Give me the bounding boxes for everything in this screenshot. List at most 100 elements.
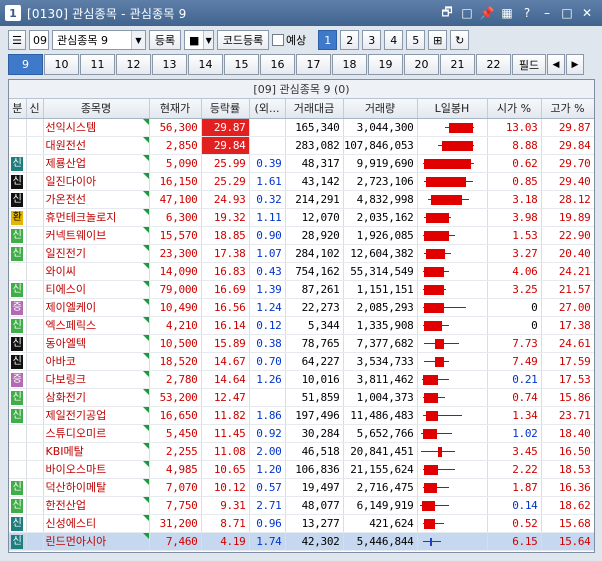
stock-name[interactable]: 바이오스마트: [43, 460, 150, 479]
stock-name[interactable]: 일진다이아: [43, 172, 150, 191]
table-row[interactable]: 스튜디오미르 5,450 11.45 0.92 30,284 5,652,766 1.02 1…: [9, 424, 594, 443]
stock-name[interactable]: 린드먼아시아: [43, 532, 150, 551]
help-icon[interactable]: ?: [518, 4, 536, 22]
stock-name[interactable]: 한전산업: [43, 496, 150, 515]
tab-17[interactable]: 17: [296, 54, 331, 75]
tab-10[interactable]: 10: [44, 54, 79, 75]
table-row[interactable]: 증 다보링크 2,780 14.64 1.26 10,016 3,811,462 0.21 17…: [9, 370, 594, 389]
maximize-icon[interactable]: □: [558, 4, 576, 22]
table-row[interactable]: 신 덕산하이메탈 7,070 10.12 0.57 19,497 2,716,475 1.87…: [9, 478, 594, 497]
chevron-down-icon[interactable]: ▼: [203, 31, 213, 49]
stock-name[interactable]: KBI메탈: [43, 442, 150, 461]
column-header[interactable]: 분: [9, 99, 27, 119]
table-row[interactable]: 환 휴먼테크놀로지 6,300 19.32 1.11 12,070 2,035,162 3.9…: [9, 208, 594, 227]
color-select[interactable]: ■ ▼: [184, 30, 214, 50]
screen-icon[interactable]: □: [458, 4, 476, 22]
column-header[interactable]: 등락률: [201, 99, 250, 119]
tab-14[interactable]: 14: [188, 54, 223, 75]
stock-name[interactable]: 엑스페릭스: [43, 316, 150, 335]
stock-name[interactable]: 아바코: [43, 352, 150, 371]
page-button-3[interactable]: 3: [362, 30, 382, 50]
column-header[interactable]: 시가 %: [487, 99, 542, 119]
tab-12[interactable]: 12: [116, 54, 151, 75]
chevron-down-icon[interactable]: ▼: [131, 31, 145, 49]
stock-name[interactable]: 제일전기공업: [43, 406, 150, 425]
group-number-input[interactable]: 09: [29, 30, 49, 50]
table-row[interactable]: 신 엑스페릭스 4,210 16.14 0.12 5,344 1,335,908 0 17.38: [9, 316, 594, 335]
stock-name[interactable]: 티에스이: [43, 280, 150, 299]
table-row[interactable]: 신 티에스이 79,000 16.69 1.39 87,261 1,151,151 3.25 2…: [9, 280, 594, 299]
stock-name[interactable]: 커넥트웨이브: [43, 226, 150, 245]
tab-21[interactable]: 21: [440, 54, 475, 75]
stock-name[interactable]: 동아엘텍: [43, 334, 150, 353]
table-row[interactable]: 신 일진다이아 16,150 25.29 1.61 43,142 2,723,106 0.85…: [9, 172, 594, 191]
column-header[interactable]: (외...: [249, 99, 286, 119]
group-list-button[interactable]: ☰: [8, 30, 26, 50]
table-row[interactable]: 신 가온전선 47,100 24.93 0.32 214,291 4,832,998 3.18…: [9, 190, 594, 209]
register-button[interactable]: 등록: [149, 30, 181, 50]
tab-11[interactable]: 11: [80, 54, 115, 75]
tab-15[interactable]: 15: [224, 54, 259, 75]
column-header[interactable]: 종목명: [43, 99, 150, 119]
table-row[interactable]: 신 커넥트웨이브 15,570 18.85 0.90 28,920 1,926,085 1.5…: [9, 226, 594, 245]
table-row[interactable]: 신 삼화전기 53,200 12.47 51,859 1,004,373 0.74 15.86: [9, 388, 594, 407]
stock-name[interactable]: 삼화전기: [43, 388, 150, 407]
group-select[interactable]: 관심종목 9 ▼: [52, 30, 146, 50]
tab-16[interactable]: 16: [260, 54, 295, 75]
stock-name[interactable]: 선익시스템: [43, 118, 150, 137]
page-button-1[interactable]: 1: [318, 30, 338, 50]
column-header[interactable]: 거래량: [343, 99, 418, 119]
tab-9[interactable]: 9: [8, 54, 43, 75]
tab-20[interactable]: 20: [404, 54, 439, 75]
minimize-icon[interactable]: –: [538, 4, 556, 22]
column-header[interactable]: 신: [26, 99, 44, 119]
table-row[interactable]: 선익시스템 56,300 29.87 165,340 3,044,300 13.03 29.…: [9, 118, 594, 137]
refresh-icon[interactable]: ↻: [450, 30, 470, 50]
chevron-left-icon[interactable]: ◀: [547, 54, 565, 75]
table-row[interactable]: 신 제일전기공업 16,650 11.82 1.86 197,496 11,486,483 1…: [9, 406, 594, 425]
stock-name[interactable]: 다보링크: [43, 370, 150, 389]
stock-name[interactable]: 와이씨: [43, 262, 150, 281]
tab-22[interactable]: 22: [476, 54, 511, 75]
restore-icon[interactable]: 🗗: [438, 4, 456, 22]
table-row[interactable]: 바이오스마트 4,985 10.65 1.20 106,836 21,155,624 2.2…: [9, 460, 594, 479]
table-row[interactable]: 와이씨 14,090 16.83 0.43 754,162 55,314,549 4.06 2…: [9, 262, 594, 281]
tab-13[interactable]: 13: [152, 54, 187, 75]
grid-icon[interactable]: ▦: [498, 4, 516, 22]
table-row[interactable]: 신 일진전기 23,300 17.38 1.07 284,102 12,604,382 3.2…: [9, 244, 594, 263]
table-row[interactable]: 신 린드먼아시아 7,460 4.19 1.74 42,302 5,446,844 6.15 1…: [9, 532, 594, 551]
chevron-right-icon[interactable]: ▶: [566, 54, 584, 75]
column-header[interactable]: L일봉H: [417, 99, 488, 119]
stock-name[interactable]: 제룡산업: [43, 154, 150, 173]
page-button-4[interactable]: 4: [384, 30, 404, 50]
stock-name[interactable]: 대원전선: [43, 136, 150, 155]
tab-19[interactable]: 19: [368, 54, 403, 75]
table-row[interactable]: 신 한전산업 7,750 9.31 2.71 48,077 6,149,919 0.14 18.…: [9, 496, 594, 515]
column-header[interactable]: 고가 %: [541, 99, 594, 119]
table-row[interactable]: 대원전선 2,850 29.84 283,082 107,846,053 8.88 29.8…: [9, 136, 594, 155]
pin-icon[interactable]: 📌: [478, 4, 496, 22]
stock-name[interactable]: 휴먼테크놀로지: [43, 208, 150, 227]
column-header[interactable]: 현재가: [149, 99, 202, 119]
table-row[interactable]: 신 제룡산업 5,090 25.99 0.39 48,317 9,919,690 0.62 29…: [9, 154, 594, 173]
checkbox-box[interactable]: [272, 34, 284, 46]
stock-name[interactable]: 덕산하이메탈: [43, 478, 150, 497]
stock-name[interactable]: 신성에스티: [43, 514, 150, 533]
tab-18[interactable]: 18: [332, 54, 367, 75]
column-header[interactable]: 거래대금: [285, 99, 344, 119]
table-row[interactable]: 증 제이엘케이 10,490 16.56 1.24 22,273 2,085,293 0 27.…: [9, 298, 594, 317]
stock-name[interactable]: 일진전기: [43, 244, 150, 263]
stock-name[interactable]: 스튜디오미르: [43, 424, 150, 443]
table-row[interactable]: 신 아바코 18,520 14.67 0.70 64,227 3,534,733 7.49 17…: [9, 352, 594, 371]
field-button[interactable]: 필드: [512, 54, 546, 75]
page-button-2[interactable]: 2: [340, 30, 360, 50]
table-row[interactable]: 신 신성에스티 31,200 8.71 0.96 13,277 421,624 0.52 15.…: [9, 514, 594, 533]
layout-icon[interactable]: ⊞: [428, 30, 448, 50]
table-row[interactable]: 신 동아엘텍 10,500 15.89 0.38 78,765 7,377,682 7.73 2…: [9, 334, 594, 353]
stock-name[interactable]: 제이엘케이: [43, 298, 150, 317]
code-register-button[interactable]: 코드등록: [217, 30, 269, 50]
page-button-5[interactable]: 5: [406, 30, 426, 50]
table-row[interactable]: KBI메탈 2,255 11.08 2.00 46,518 20,841,451 3.45 1…: [9, 442, 594, 461]
stock-name[interactable]: 가온전선: [43, 190, 150, 209]
close-icon[interactable]: ✕: [578, 4, 596, 22]
